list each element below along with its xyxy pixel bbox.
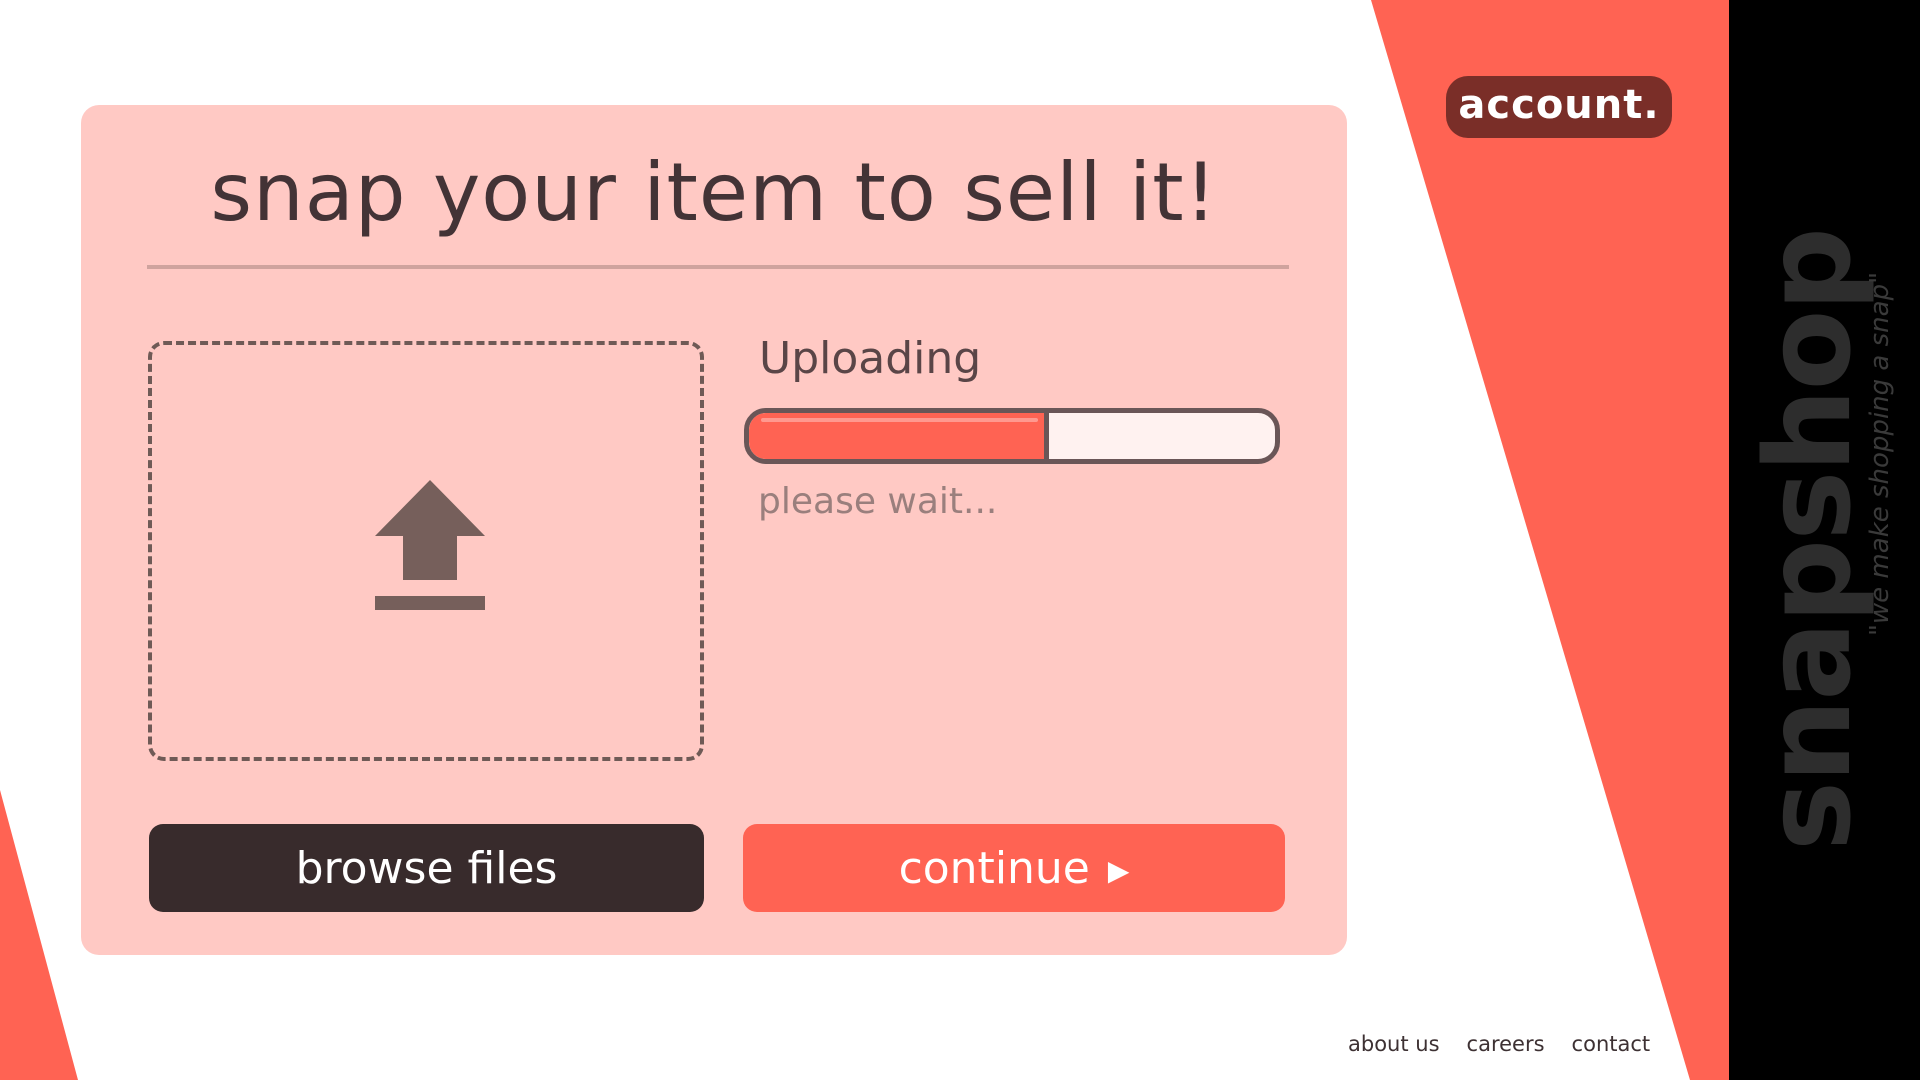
upload-status-label: Uploading <box>759 333 982 384</box>
footer-link-about-us[interactable]: about us <box>1348 1032 1440 1056</box>
browse-files-label: browse files <box>295 842 558 894</box>
footer-link-careers[interactable]: careers <box>1467 1032 1545 1056</box>
footer-links: about us careers contact <box>1348 1032 1677 1056</box>
right-coral-stripe <box>1371 0 1729 1080</box>
upload-progress-bar <box>744 408 1280 464</box>
upload-progress-fill <box>749 413 1049 459</box>
footer-link-contact[interactable]: contact <box>1572 1032 1651 1056</box>
continue-label: continue <box>898 842 1090 894</box>
title-divider <box>147 265 1289 269</box>
browse-files-button[interactable]: browse files <box>149 824 704 912</box>
left-coral-corner <box>0 790 78 1080</box>
brand-tagline: "we make shopping a snap" <box>1865 271 1895 637</box>
page-title: snap your item to sell it! <box>210 146 1218 239</box>
upload-arrow-icon <box>375 480 485 610</box>
upload-status-subtext: please wait... <box>758 481 998 522</box>
brand-logo-text: snapshop <box>1739 228 1877 852</box>
account-button[interactable]: account. <box>1446 76 1672 138</box>
file-drop-zone[interactable] <box>148 341 704 761</box>
continue-button[interactable]: continue ▶ <box>743 824 1285 912</box>
upload-card: snap your item to sell it! Uploading ple… <box>81 105 1347 955</box>
play-triangle-icon: ▶ <box>1107 854 1130 887</box>
